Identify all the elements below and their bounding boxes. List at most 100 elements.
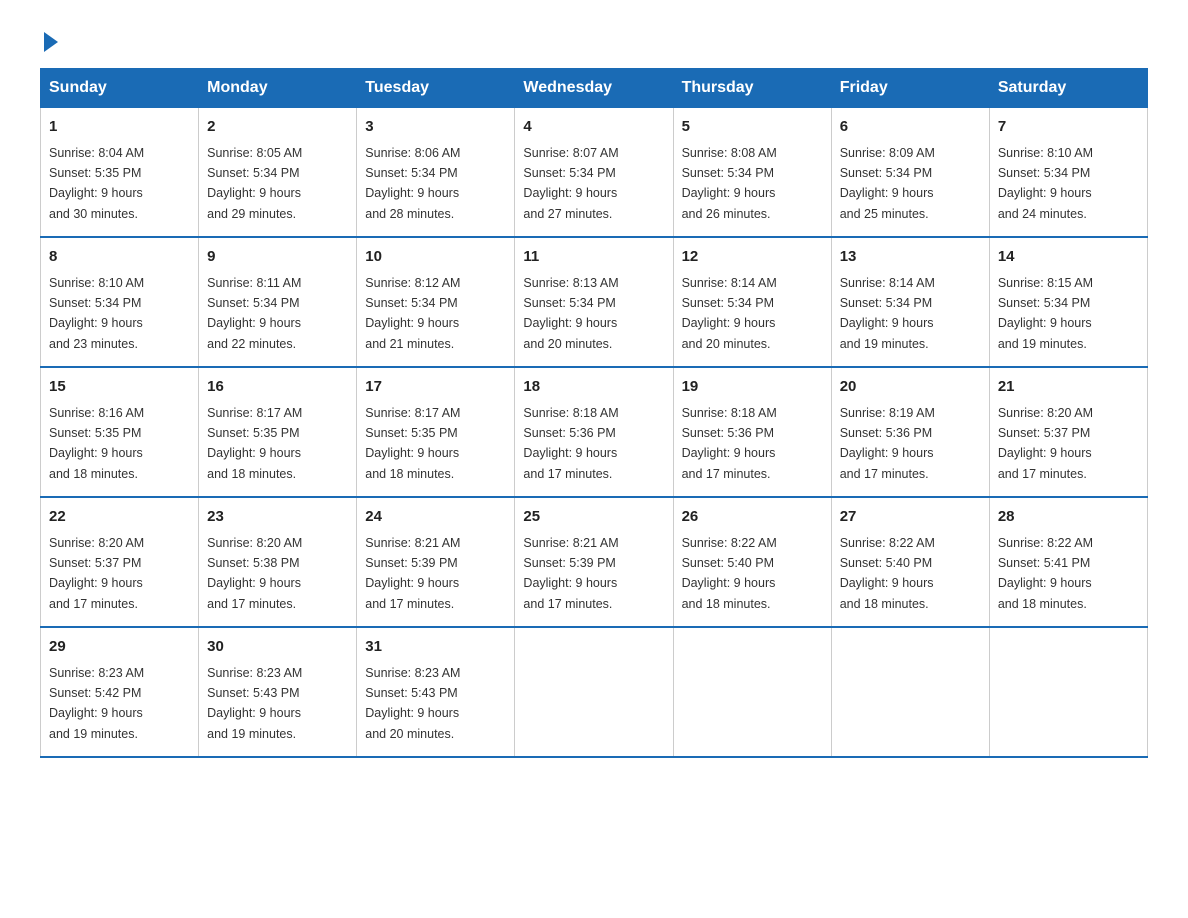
day-info: Sunrise: 8:10 AMSunset: 5:34 PMDaylight:…: [998, 146, 1093, 221]
day-number: 12: [682, 246, 823, 269]
calendar-day-cell: [989, 627, 1147, 757]
day-info: Sunrise: 8:19 AMSunset: 5:36 PMDaylight:…: [840, 406, 935, 481]
calendar-day-cell: 17 Sunrise: 8:17 AMSunset: 5:35 PMDaylig…: [357, 367, 515, 497]
day-number: 2: [207, 116, 348, 139]
calendar-table: SundayMondayTuesdayWednesdayThursdayFrid…: [40, 68, 1148, 758]
day-number: 20: [840, 376, 981, 399]
day-info: Sunrise: 8:05 AMSunset: 5:34 PMDaylight:…: [207, 146, 302, 221]
day-number: 25: [523, 506, 664, 529]
day-info: Sunrise: 8:16 AMSunset: 5:35 PMDaylight:…: [49, 406, 144, 481]
day-number: 10: [365, 246, 506, 269]
day-info: Sunrise: 8:20 AMSunset: 5:37 PMDaylight:…: [49, 536, 144, 611]
calendar-day-cell: 20 Sunrise: 8:19 AMSunset: 5:36 PMDaylig…: [831, 367, 989, 497]
day-info: Sunrise: 8:23 AMSunset: 5:43 PMDaylight:…: [365, 666, 460, 741]
calendar-day-cell: [515, 627, 673, 757]
day-number: 15: [49, 376, 190, 399]
day-number: 23: [207, 506, 348, 529]
calendar-day-cell: 23 Sunrise: 8:20 AMSunset: 5:38 PMDaylig…: [199, 497, 357, 627]
day-info: Sunrise: 8:11 AMSunset: 5:34 PMDaylight:…: [207, 276, 301, 351]
calendar-day-cell: 28 Sunrise: 8:22 AMSunset: 5:41 PMDaylig…: [989, 497, 1147, 627]
calendar-week-row: 15 Sunrise: 8:16 AMSunset: 5:35 PMDaylig…: [41, 367, 1148, 497]
calendar-day-cell: 21 Sunrise: 8:20 AMSunset: 5:37 PMDaylig…: [989, 367, 1147, 497]
day-info: Sunrise: 8:18 AMSunset: 5:36 PMDaylight:…: [682, 406, 777, 481]
calendar-header-saturday: Saturday: [989, 69, 1147, 108]
calendar-day-cell: 22 Sunrise: 8:20 AMSunset: 5:37 PMDaylig…: [41, 497, 199, 627]
day-number: 16: [207, 376, 348, 399]
day-number: 5: [682, 116, 823, 139]
calendar-header-row: SundayMondayTuesdayWednesdayThursdayFrid…: [41, 69, 1148, 108]
day-info: Sunrise: 8:18 AMSunset: 5:36 PMDaylight:…: [523, 406, 618, 481]
calendar-day-cell: 2 Sunrise: 8:05 AMSunset: 5:34 PMDayligh…: [199, 108, 357, 238]
day-info: Sunrise: 8:06 AMSunset: 5:34 PMDaylight:…: [365, 146, 460, 221]
calendar-day-cell: 12 Sunrise: 8:14 AMSunset: 5:34 PMDaylig…: [673, 237, 831, 367]
day-info: Sunrise: 8:21 AMSunset: 5:39 PMDaylight:…: [523, 536, 618, 611]
day-number: 13: [840, 246, 981, 269]
calendar-day-cell: 19 Sunrise: 8:18 AMSunset: 5:36 PMDaylig…: [673, 367, 831, 497]
day-info: Sunrise: 8:12 AMSunset: 5:34 PMDaylight:…: [365, 276, 460, 351]
calendar-day-cell: 11 Sunrise: 8:13 AMSunset: 5:34 PMDaylig…: [515, 237, 673, 367]
day-number: 11: [523, 246, 664, 269]
calendar-day-cell: 4 Sunrise: 8:07 AMSunset: 5:34 PMDayligh…: [515, 108, 673, 238]
day-info: Sunrise: 8:14 AMSunset: 5:34 PMDaylight:…: [682, 276, 777, 351]
calendar-header-thursday: Thursday: [673, 69, 831, 108]
calendar-week-row: 8 Sunrise: 8:10 AMSunset: 5:34 PMDayligh…: [41, 237, 1148, 367]
page-header: [40, 30, 1148, 48]
day-number: 31: [365, 636, 506, 659]
day-number: 19: [682, 376, 823, 399]
day-info: Sunrise: 8:13 AMSunset: 5:34 PMDaylight:…: [523, 276, 618, 351]
day-number: 22: [49, 506, 190, 529]
calendar-week-row: 1 Sunrise: 8:04 AMSunset: 5:35 PMDayligh…: [41, 108, 1148, 238]
day-number: 6: [840, 116, 981, 139]
day-number: 30: [207, 636, 348, 659]
day-number: 28: [998, 506, 1139, 529]
calendar-day-cell: 9 Sunrise: 8:11 AMSunset: 5:34 PMDayligh…: [199, 237, 357, 367]
calendar-day-cell: 7 Sunrise: 8:10 AMSunset: 5:34 PMDayligh…: [989, 108, 1147, 238]
day-info: Sunrise: 8:17 AMSunset: 5:35 PMDaylight:…: [207, 406, 302, 481]
day-number: 9: [207, 246, 348, 269]
day-info: Sunrise: 8:22 AMSunset: 5:41 PMDaylight:…: [998, 536, 1093, 611]
calendar-day-cell: [673, 627, 831, 757]
day-number: 27: [840, 506, 981, 529]
calendar-day-cell: 26 Sunrise: 8:22 AMSunset: 5:40 PMDaylig…: [673, 497, 831, 627]
calendar-day-cell: [831, 627, 989, 757]
day-info: Sunrise: 8:20 AMSunset: 5:37 PMDaylight:…: [998, 406, 1093, 481]
calendar-day-cell: 8 Sunrise: 8:10 AMSunset: 5:34 PMDayligh…: [41, 237, 199, 367]
day-info: Sunrise: 8:20 AMSunset: 5:38 PMDaylight:…: [207, 536, 302, 611]
logo-arrow-icon: [44, 32, 58, 52]
day-info: Sunrise: 8:14 AMSunset: 5:34 PMDaylight:…: [840, 276, 935, 351]
day-info: Sunrise: 8:23 AMSunset: 5:43 PMDaylight:…: [207, 666, 302, 741]
calendar-week-row: 22 Sunrise: 8:20 AMSunset: 5:37 PMDaylig…: [41, 497, 1148, 627]
day-number: 24: [365, 506, 506, 529]
calendar-day-cell: 6 Sunrise: 8:09 AMSunset: 5:34 PMDayligh…: [831, 108, 989, 238]
day-number: 17: [365, 376, 506, 399]
calendar-day-cell: 25 Sunrise: 8:21 AMSunset: 5:39 PMDaylig…: [515, 497, 673, 627]
calendar-header-sunday: Sunday: [41, 69, 199, 108]
day-number: 1: [49, 116, 190, 139]
calendar-week-row: 29 Sunrise: 8:23 AMSunset: 5:42 PMDaylig…: [41, 627, 1148, 757]
calendar-day-cell: 29 Sunrise: 8:23 AMSunset: 5:42 PMDaylig…: [41, 627, 199, 757]
calendar-header-friday: Friday: [831, 69, 989, 108]
day-number: 4: [523, 116, 664, 139]
calendar-day-cell: 5 Sunrise: 8:08 AMSunset: 5:34 PMDayligh…: [673, 108, 831, 238]
day-info: Sunrise: 8:17 AMSunset: 5:35 PMDaylight:…: [365, 406, 460, 481]
calendar-header-monday: Monday: [199, 69, 357, 108]
calendar-day-cell: 10 Sunrise: 8:12 AMSunset: 5:34 PMDaylig…: [357, 237, 515, 367]
day-info: Sunrise: 8:22 AMSunset: 5:40 PMDaylight:…: [682, 536, 777, 611]
day-info: Sunrise: 8:07 AMSunset: 5:34 PMDaylight:…: [523, 146, 618, 221]
day-info: Sunrise: 8:21 AMSunset: 5:39 PMDaylight:…: [365, 536, 460, 611]
day-info: Sunrise: 8:15 AMSunset: 5:34 PMDaylight:…: [998, 276, 1093, 351]
day-info: Sunrise: 8:23 AMSunset: 5:42 PMDaylight:…: [49, 666, 144, 741]
day-info: Sunrise: 8:22 AMSunset: 5:40 PMDaylight:…: [840, 536, 935, 611]
calendar-day-cell: 1 Sunrise: 8:04 AMSunset: 5:35 PMDayligh…: [41, 108, 199, 238]
day-number: 8: [49, 246, 190, 269]
day-info: Sunrise: 8:08 AMSunset: 5:34 PMDaylight:…: [682, 146, 777, 221]
day-info: Sunrise: 8:09 AMSunset: 5:34 PMDaylight:…: [840, 146, 935, 221]
calendar-day-cell: 24 Sunrise: 8:21 AMSunset: 5:39 PMDaylig…: [357, 497, 515, 627]
calendar-day-cell: 27 Sunrise: 8:22 AMSunset: 5:40 PMDaylig…: [831, 497, 989, 627]
calendar-day-cell: 30 Sunrise: 8:23 AMSunset: 5:43 PMDaylig…: [199, 627, 357, 757]
logo: [40, 30, 58, 48]
day-number: 26: [682, 506, 823, 529]
calendar-day-cell: 18 Sunrise: 8:18 AMSunset: 5:36 PMDaylig…: [515, 367, 673, 497]
calendar-day-cell: 31 Sunrise: 8:23 AMSunset: 5:43 PMDaylig…: [357, 627, 515, 757]
calendar-header-tuesday: Tuesday: [357, 69, 515, 108]
